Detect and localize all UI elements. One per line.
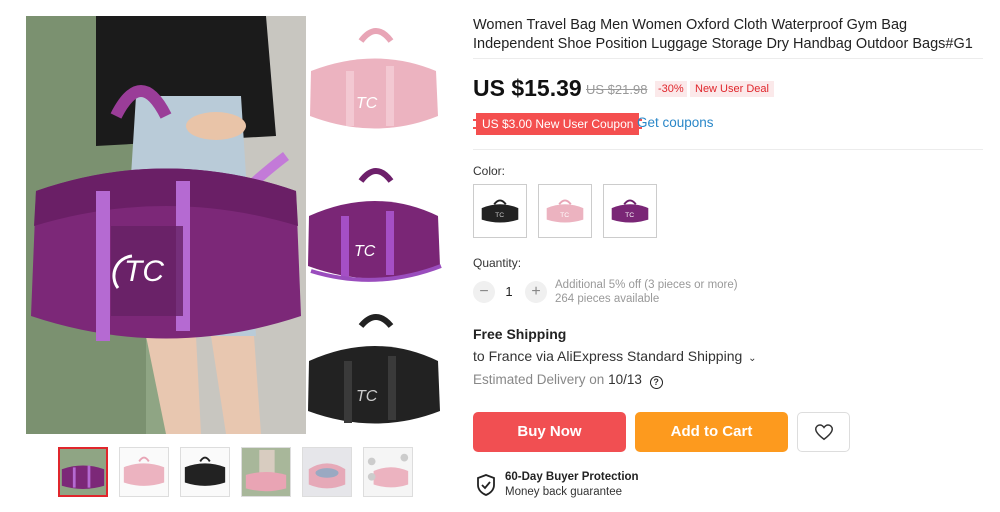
- shield-check-icon: [477, 474, 495, 496]
- svg-text:TC: TC: [356, 95, 378, 112]
- chevron-down-icon: ⌄: [748, 353, 757, 364]
- current-price: US $15.39: [473, 75, 582, 101]
- color-label: Color:: [473, 164, 506, 178]
- svg-text:TC: TC: [356, 388, 378, 405]
- product-title: Women Travel Bag Men Women Oxford Cloth …: [473, 17, 973, 52]
- svg-text:TC: TC: [354, 243, 376, 260]
- discount-badge: -30%: [655, 81, 687, 97]
- buyer-protection-title: 60-Day Buyer Protection: [505, 471, 639, 483]
- add-to-cart-button[interactable]: Add to Cart: [635, 412, 788, 452]
- buyer-protection-subtitle: Money back guarantee: [505, 486, 622, 498]
- delivery-date: 10/13: [608, 372, 642, 387]
- thumbnail-pink-bag-set[interactable]: [363, 447, 413, 497]
- stock-available: 264 pieces available: [555, 293, 660, 305]
- free-shipping-title: Free Shipping: [473, 326, 567, 342]
- svg-text:TC: TC: [124, 255, 164, 288]
- color-swatch-pink[interactable]: TC: [538, 184, 592, 238]
- pink-bag-preview: TC: [310, 28, 438, 129]
- thumbnail-black-bag[interactable]: [180, 447, 230, 497]
- shipping-method-label: to France via AliExpress Standard Shippi…: [473, 348, 743, 364]
- new-user-deal-badge: New User Deal: [690, 81, 774, 97]
- color-swatch-purple[interactable]: TC: [603, 184, 657, 238]
- help-icon[interactable]: ?: [649, 376, 663, 389]
- estimated-delivery: Estimated Delivery on 10/13 ?: [473, 372, 663, 389]
- black-bag-preview: TC: [308, 314, 440, 424]
- thumbnail-bag-interior[interactable]: [302, 447, 352, 497]
- purple-bag-preview: TC: [308, 168, 442, 282]
- original-price: US $21.98: [586, 82, 648, 97]
- thumbnail-model-pink[interactable]: [241, 447, 291, 497]
- get-coupons-link[interactable]: Get coupons: [637, 115, 714, 130]
- buy-now-button[interactable]: Buy Now: [473, 412, 626, 452]
- quantity-decrement-button[interactable]: −: [473, 281, 495, 303]
- color-swatch-black[interactable]: TC: [473, 184, 527, 238]
- bulk-discount-note: Additional 5% off (3 pieces or more): [555, 279, 738, 291]
- heart-icon: [815, 424, 833, 441]
- wishlist-button[interactable]: [797, 412, 850, 452]
- svg-text:TC: TC: [625, 212, 634, 219]
- quantity-label: Quantity:: [473, 256, 522, 270]
- svg-text:TC: TC: [560, 212, 569, 219]
- divider: [473, 149, 983, 150]
- shipping-method[interactable]: to France via AliExpress Standard Shippi…: [473, 348, 757, 364]
- divider: [473, 58, 983, 59]
- new-user-coupon-badge: US $3.00 New User Coupon: [473, 113, 643, 135]
- variant-previews: TC TC TC: [306, 16, 446, 434]
- thumbnail-purple-bag[interactable]: [58, 447, 108, 497]
- quantity-value[interactable]: 1: [500, 284, 518, 299]
- delivery-label: Estimated Delivery on: [473, 372, 605, 387]
- main-product-image: TC: [26, 16, 306, 434]
- svg-text:TC: TC: [495, 212, 504, 219]
- thumbnail-pink-bag[interactable]: [119, 447, 169, 497]
- quantity-increment-button[interactable]: +: [525, 281, 547, 303]
